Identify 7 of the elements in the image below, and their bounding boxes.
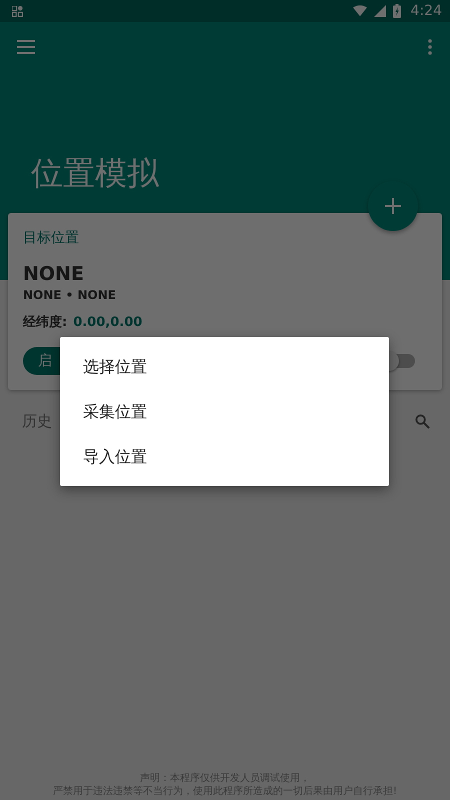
page-title: 位置模拟: [31, 153, 160, 194]
coord-value: 0.00,0.00: [73, 315, 142, 330]
status-time: 4:24: [410, 3, 442, 19]
location-subtitle: NONE • NONE: [23, 288, 117, 302]
location-name: NONE: [23, 263, 85, 285]
coord-label: 经纬度:: [23, 315, 68, 330]
card-heading: 目标位置: [23, 229, 80, 247]
